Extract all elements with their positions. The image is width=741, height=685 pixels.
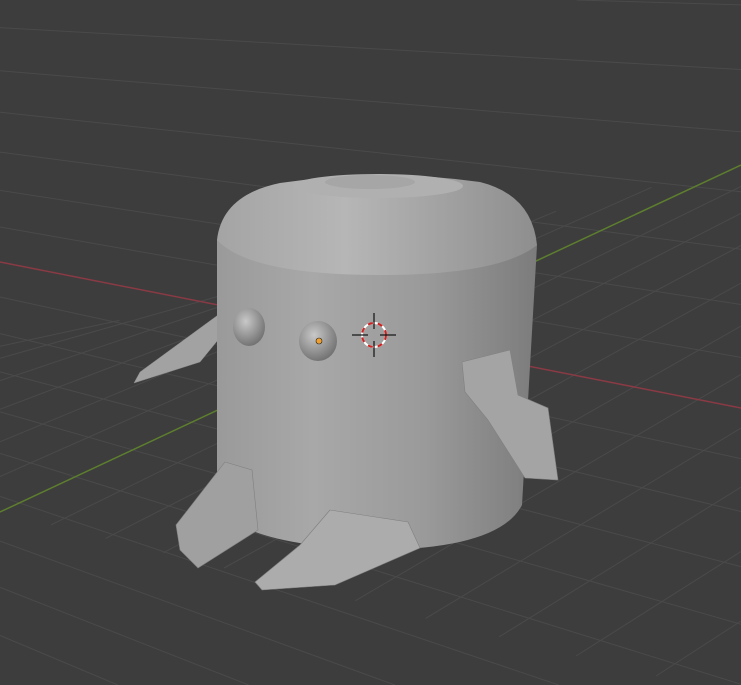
grid-line xyxy=(0,634,118,685)
grid-line xyxy=(0,70,741,133)
3d-viewport[interactable] xyxy=(0,0,741,685)
grid-line xyxy=(0,27,741,70)
left-eye xyxy=(233,308,265,346)
grid-line xyxy=(0,319,120,347)
viewport-canvas[interactable] xyxy=(0,0,741,685)
left-arm xyxy=(133,314,219,384)
grid-line xyxy=(655,620,741,677)
grid-line xyxy=(0,586,249,685)
left-foot xyxy=(175,461,259,569)
mesh-object[interactable] xyxy=(133,174,559,591)
grid-line xyxy=(575,551,741,657)
object-origin-icon[interactable] xyxy=(315,337,323,345)
top-dimple xyxy=(325,175,415,189)
grid-line xyxy=(576,0,741,6)
